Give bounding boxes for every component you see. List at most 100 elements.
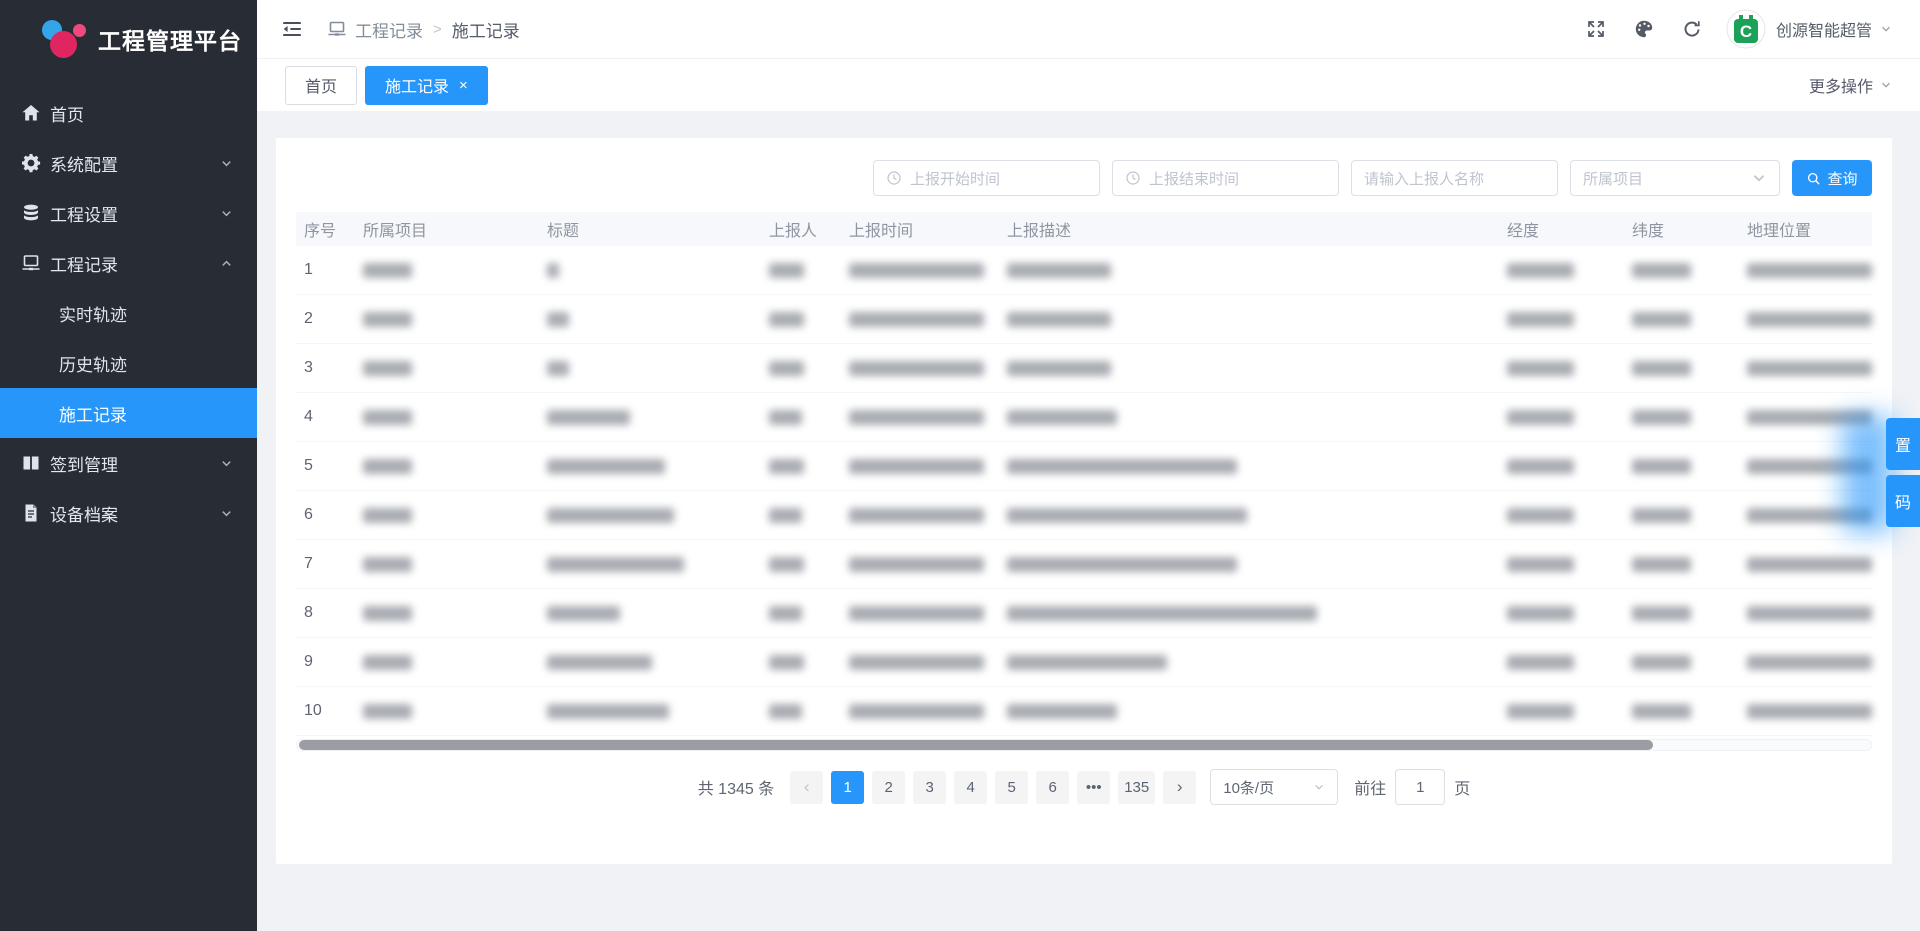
redacted-cell: [539, 312, 761, 327]
pagination: 共 1345 条 ‹ 123456•••135 › 10条/页 前往 页: [296, 769, 1872, 805]
fullscreen-icon[interactable]: [1586, 19, 1606, 39]
records-table: 序号所属项目标题上报人上报时间上报描述经度纬度地理位置 12345678910: [296, 212, 1872, 736]
redacted-cell: [1739, 557, 1872, 572]
page-button-6[interactable]: 6: [1036, 771, 1069, 804]
redacted-cell: [1624, 263, 1739, 278]
row-index: 5: [296, 457, 355, 475]
table-row[interactable]: 5: [296, 442, 1872, 491]
more-pages-button[interactable]: •••: [1077, 771, 1110, 804]
chevron-down-icon[interactable]: [1880, 23, 1892, 35]
redacted-cell: [355, 606, 539, 621]
table-row[interactable]: 8: [296, 589, 1872, 638]
sidebar-subitem-realtime-track[interactable]: 实时轨迹: [0, 288, 257, 338]
redacted-cell: [761, 459, 841, 474]
collapse-menu-icon[interactable]: [281, 18, 303, 40]
prev-page-button[interactable]: ‹: [790, 771, 823, 804]
sidebar-item-device-archive[interactable]: 设备档案: [0, 488, 257, 538]
redacted-cell: [761, 312, 841, 327]
view-location-button-partial[interactable]: 置: [1886, 418, 1920, 470]
table-row[interactable]: 6: [296, 491, 1872, 540]
table-row[interactable]: 2: [296, 295, 1872, 344]
sidebar-subitem-history-track[interactable]: 历史轨迹: [0, 338, 257, 388]
redacted-cell: [1739, 606, 1872, 621]
sidebar-subitem-construction-records[interactable]: 施工记录: [0, 388, 257, 438]
sidebar: 工程管理平台 首页 系统配置 工程设置 工程记录: [0, 0, 257, 931]
redacted-cell: [761, 606, 841, 621]
page-button-1[interactable]: 1: [831, 771, 864, 804]
page-size-select[interactable]: 10条/页: [1210, 769, 1338, 805]
chevron-down-icon: [220, 157, 233, 170]
breadcrumb-parent[interactable]: 工程记录: [355, 17, 423, 42]
row-index: 4: [296, 408, 355, 426]
next-page-button[interactable]: ›: [1163, 771, 1196, 804]
chevron-down-icon: [1880, 79, 1892, 91]
table-row[interactable]: 4: [296, 393, 1872, 442]
redacted-cell: [1499, 704, 1624, 719]
chevron-down-icon: [220, 457, 233, 470]
svg-text:C: C: [1740, 22, 1752, 41]
page-button-135[interactable]: 135: [1118, 771, 1155, 804]
table-row[interactable]: 10: [296, 687, 1872, 736]
goto-page-input[interactable]: [1395, 769, 1445, 805]
redacted-cell: [539, 508, 761, 523]
main-area: 工程记录 > 施工记录 C 创源智能超管 首页: [257, 0, 1920, 931]
redacted-cell: [841, 606, 999, 621]
avatar[interactable]: C: [1726, 9, 1766, 49]
horizontal-scrollbar: [296, 739, 1872, 751]
home-icon: [21, 103, 41, 123]
redacted-cell: [539, 704, 761, 719]
tab-home[interactable]: 首页: [285, 66, 357, 105]
redacted-cell: [761, 361, 841, 376]
page-button-2[interactable]: 2: [872, 771, 905, 804]
redacted-cell: [1624, 312, 1739, 327]
sidebar-item-home[interactable]: 首页: [0, 88, 257, 138]
column-header: 纬度: [1624, 217, 1739, 241]
redacted-cell: [999, 557, 1499, 572]
redacted-cell: [841, 655, 999, 670]
column-header: 标题: [539, 217, 761, 241]
table-row[interactable]: 1: [296, 246, 1872, 295]
page-button-5[interactable]: 5: [995, 771, 1028, 804]
sidebar-item-system-config[interactable]: 系统配置: [0, 138, 257, 188]
redacted-cell: [355, 655, 539, 670]
project-select[interactable]: 所属项目: [1570, 160, 1780, 196]
page-button-4[interactable]: 4: [954, 771, 987, 804]
redacted-cell: [539, 606, 761, 621]
report-start-time-input[interactable]: 上报开始时间: [873, 160, 1100, 196]
row-index: 9: [296, 653, 355, 671]
redacted-cell: [841, 312, 999, 327]
report-end-time-input[interactable]: 上报结束时间: [1112, 160, 1339, 196]
column-header: 序号: [296, 217, 355, 241]
sidebar-subitem-label: 施工记录: [59, 401, 127, 426]
redacted-cell: [539, 557, 761, 572]
sidebar-item-project-settings[interactable]: 工程设置: [0, 188, 257, 238]
username[interactable]: 创源智能超管: [1776, 17, 1872, 41]
filter-bar: 上报开始时间 上报结束时间 请输入上报人名称 所属项目 查询: [296, 160, 1872, 196]
sidebar-item-project-records[interactable]: 工程记录: [0, 238, 257, 288]
chevron-up-icon: [220, 257, 233, 270]
table-row[interactable]: 3: [296, 344, 1872, 393]
tab-construction-records[interactable]: 施工记录 ×: [365, 66, 488, 105]
redacted-cell: [999, 459, 1499, 474]
table-row[interactable]: 9: [296, 638, 1872, 687]
qrcode-button-partial[interactable]: 码: [1886, 475, 1920, 527]
redacted-cell: [1624, 606, 1739, 621]
redacted-cell: [355, 557, 539, 572]
redacted-cell: [1739, 704, 1872, 719]
scrollbar-thumb[interactable]: [299, 740, 1653, 750]
theme-palette-icon[interactable]: [1634, 19, 1654, 39]
redacted-cell: [999, 361, 1499, 376]
row-index: 10: [296, 702, 355, 720]
reporter-name-input[interactable]: 请输入上报人名称: [1351, 160, 1558, 196]
chevron-down-icon: [220, 507, 233, 520]
page-button-3[interactable]: 3: [913, 771, 946, 804]
book-icon: [21, 453, 41, 473]
close-icon[interactable]: ×: [459, 78, 468, 93]
search-button[interactable]: 查询: [1792, 160, 1872, 196]
refresh-icon[interactable]: [1682, 19, 1702, 39]
more-actions-dropdown[interactable]: 更多操作: [1809, 73, 1892, 97]
table-row[interactable]: 7: [296, 540, 1872, 589]
redacted-cell: [761, 508, 841, 523]
sidebar-item-checkin-management[interactable]: 签到管理: [0, 438, 257, 488]
total-count: 共 1345 条: [698, 775, 775, 799]
